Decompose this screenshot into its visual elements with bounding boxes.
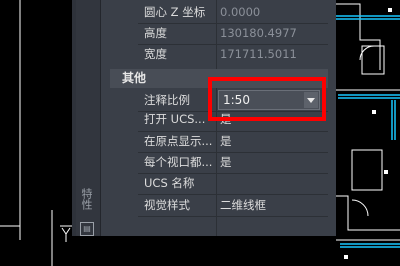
palette-title: 特性 (80, 188, 93, 210)
section-title: 其他 (122, 71, 147, 85)
property-label: 在原点显示... (144, 134, 213, 148)
properties-icon[interactable]: ▤ (80, 222, 94, 236)
property-label: 圆心 Z 坐标 (144, 5, 206, 19)
property-row-per-viewport[interactable]: 每个视口都... 是 (110, 152, 328, 173)
property-row-show-at-origin[interactable]: 在原点显示... 是 (110, 131, 328, 152)
drawing-mark (344, 255, 348, 259)
property-label: 注释比例 (144, 93, 190, 107)
ucs-icon (61, 227, 71, 242)
property-label: 高度 (144, 26, 167, 40)
property-value: 是 (220, 155, 232, 169)
row-divider (138, 216, 328, 217)
property-label: 宽度 (144, 47, 167, 61)
property-row-height[interactable]: 高度 130180.4977 (110, 23, 328, 44)
property-row-center-z[interactable]: 圆心 Z 坐标 0.0000 (110, 2, 328, 23)
drawing-line (336, 3, 381, 70)
property-row-ucs-name[interactable]: UCS 名称 (110, 173, 328, 194)
drawing-mark (388, 8, 392, 12)
property-value: 是 (220, 134, 232, 148)
property-row-width[interactable]: 宽度 171711.5011 (110, 44, 328, 65)
drawing-mark (372, 110, 376, 114)
property-value: 171711.5011 (220, 47, 297, 61)
property-label: 打开 UCS... (144, 112, 206, 126)
property-label: 视觉样式 (144, 198, 190, 212)
drawing-mark (384, 170, 388, 174)
property-value: 130180.4977 (220, 26, 297, 40)
drawing-line (361, 45, 385, 75)
highlight-box (208, 77, 326, 121)
drawing-line (351, 199, 369, 217)
property-value: 二维线框 (220, 198, 266, 212)
property-value: 0.0000 (220, 5, 261, 19)
property-row-visual-style[interactable]: 视觉样式 二维线框 (110, 195, 328, 216)
drawing-line (351, 149, 383, 191)
property-label: UCS 名称 (144, 176, 195, 190)
property-label: 每个视口都... (144, 155, 213, 169)
